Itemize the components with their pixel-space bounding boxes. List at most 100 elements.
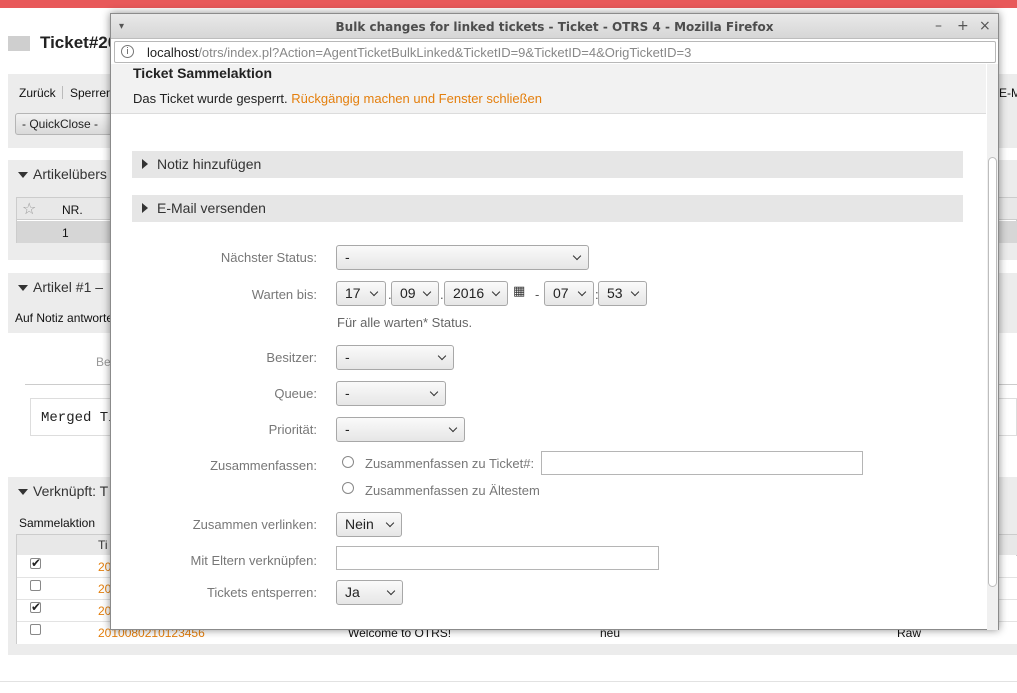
row-checkbox[interactable]: [30, 600, 41, 614]
url-host: localhost: [147, 45, 199, 60]
link-parent-label: Mit Eltern verknüpfen:: [190, 553, 317, 568]
chevron-down-icon: [630, 287, 640, 297]
queue-select[interactable]: -: [336, 381, 446, 406]
linked-heading[interactable]: Verknüpft: T: [18, 483, 108, 499]
locked-message: Das Ticket wurde gesperrt. Rückgängig ma…: [133, 91, 542, 106]
pending-day-select[interactable]: 17: [336, 281, 386, 306]
chevron-down-icon: [429, 387, 439, 397]
time-separator: -: [535, 287, 540, 302]
next-state-label: Nächster Status:: [220, 250, 317, 265]
minimize-icon[interactable]: –: [935, 17, 942, 35]
article-content-text: Merged Ti: [41, 410, 117, 426]
undo-link[interactable]: Rückgängig machen und Fenster schließen: [291, 91, 542, 106]
email-menu-link[interactable]: E-M: [999, 86, 1017, 100]
unlock-select[interactable]: Ja: [336, 580, 403, 605]
chevron-down-icon: [572, 251, 582, 261]
unlock-value: Ja: [345, 584, 360, 600]
add-note-section[interactable]: Notiz hinzufügen: [132, 151, 963, 178]
priority-label: Priorität:: [268, 422, 317, 437]
window-titlebar[interactable]: ▾ Bulk changes for linked tickets - Tick…: [111, 14, 998, 39]
send-email-label: E-Mail versenden: [157, 200, 266, 216]
expand-icon: [142, 203, 148, 213]
collapse-icon: [18, 489, 28, 496]
dialog-header: Ticket Sammelaktion Das Ticket wurde ges…: [111, 64, 986, 114]
pending-until-label: Warten bis:: [251, 287, 317, 302]
pending-month-select[interactable]: 09: [391, 281, 439, 306]
link-together-select[interactable]: Nein: [336, 512, 402, 537]
chevron-down-icon: [577, 287, 587, 297]
pending-minute-select[interactable]: 53: [598, 281, 647, 306]
pending-hour-select[interactable]: 07: [544, 281, 594, 306]
lock-link[interactable]: Sperren: [70, 86, 113, 100]
window-title: Bulk changes for linked tickets - Ticket…: [335, 20, 774, 34]
chevron-down-icon: [369, 287, 379, 297]
queue-label: Queue:: [274, 386, 317, 401]
calendar-icon[interactable]: ▦: [513, 284, 525, 299]
chevron-down-icon: [491, 287, 501, 297]
link-together-label: Zusammen verlinken:: [192, 517, 317, 532]
pending-hour-value: 07: [553, 285, 569, 301]
priority-value: -: [345, 421, 350, 437]
pending-year-value: 2016: [453, 285, 485, 301]
pending-hint: Für alle warten* Status.: [337, 315, 473, 330]
merge-oldest-radio[interactable]: [342, 482, 354, 494]
link-together-value: Nein: [345, 516, 374, 532]
footer-divider: [0, 681, 1017, 682]
menu-divider: [62, 86, 63, 99]
back-link[interactable]: Zurück: [19, 86, 56, 100]
send-email-section[interactable]: E-Mail versenden: [132, 195, 963, 222]
merge-ticket-radio[interactable]: [342, 456, 354, 468]
quickclose-label: - QuickClose -: [22, 117, 99, 131]
quickclose-select[interactable]: - QuickClose -: [15, 113, 115, 135]
pending-month-value: 09: [400, 285, 416, 301]
next-state-select[interactable]: -: [336, 245, 589, 270]
pending-day-value: 17: [345, 285, 361, 301]
col-number: NR.: [62, 203, 83, 217]
col-ticket: Ti: [98, 538, 108, 552]
close-icon[interactable]: ×: [979, 17, 991, 35]
owner-value: -: [345, 349, 350, 365]
owner-select[interactable]: -: [336, 345, 454, 370]
maximize-icon[interactable]: +: [957, 17, 969, 35]
next-state-value: -: [345, 249, 350, 265]
chevron-down-icon: [386, 586, 396, 596]
chevron-down-icon: [422, 287, 432, 297]
priority-select[interactable]: -: [336, 417, 465, 442]
row-number: 1: [62, 226, 69, 240]
star-icon[interactable]: ☆: [22, 199, 36, 218]
row-checkbox[interactable]: [30, 580, 41, 591]
row-checkbox[interactable]: [30, 556, 41, 570]
collapse-icon: [18, 172, 28, 179]
bulk-action-link[interactable]: Sammelaktion: [19, 516, 95, 530]
article-overview-heading[interactable]: Artikelübers: [18, 166, 107, 182]
article-heading-label: Artikel #1 –: [33, 279, 104, 295]
pending-minute-value: 53: [607, 285, 623, 301]
scrollbar-thumb[interactable]: [988, 157, 997, 587]
owner-label: Besitzer:: [266, 350, 317, 365]
merge-label: Zusammenfassen:: [210, 458, 317, 473]
chevron-down-icon: [437, 351, 447, 361]
article-heading[interactable]: Artikel #1 –: [18, 279, 103, 295]
reply-to-note-link[interactable]: Auf Notiz antworte: [15, 311, 113, 325]
info-icon[interactable]: i: [121, 45, 134, 58]
top-color-strip: [0, 0, 1017, 8]
locked-text: Das Ticket wurde gesperrt.: [133, 91, 288, 106]
linked-heading-label: Verknüpft: T: [33, 483, 109, 499]
chevron-down-icon: [385, 518, 395, 528]
add-note-label: Notiz hinzufügen: [157, 156, 262, 172]
collapse-icon: [18, 285, 28, 292]
article-overview-label: Artikelübers: [33, 166, 107, 182]
row-checkbox[interactable]: [30, 624, 41, 635]
bulk-popup-window: ▾ Bulk changes for linked tickets - Tick…: [110, 13, 999, 630]
merge-ticket-label: Zusammenfassen zu Ticket#:: [365, 456, 535, 471]
merge-oldest-label: Zusammenfassen zu Ältestem: [365, 483, 540, 498]
link-parent-input[interactable]: [336, 546, 659, 570]
pending-year-select[interactable]: 2016: [444, 281, 508, 306]
merge-ticket-input[interactable]: [541, 451, 863, 475]
ticket-icon: [8, 36, 30, 51]
unlock-label: Tickets entsperren:: [206, 585, 317, 600]
queue-value: -: [345, 385, 350, 401]
chevron-down-icon: [448, 423, 458, 433]
url-bar[interactable]: i localhost/otrs/index.pl?Action=AgentTi…: [114, 41, 996, 63]
expand-icon: [142, 159, 148, 169]
